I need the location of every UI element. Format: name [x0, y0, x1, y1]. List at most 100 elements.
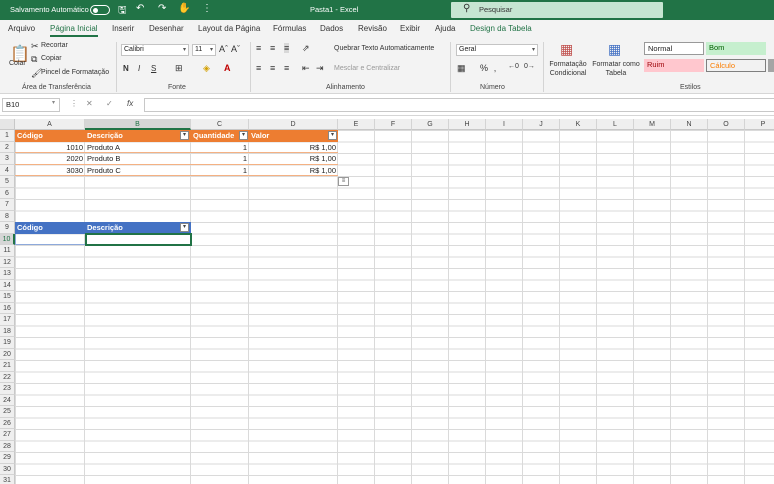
percent-button[interactable]: % — [480, 63, 488, 73]
conditional-formatting-button[interactable]: Formatação Condicional — [548, 60, 588, 78]
column-header-g[interactable]: G — [412, 119, 449, 130]
row-header-18[interactable]: 18 — [0, 325, 15, 337]
row-header-26[interactable]: 26 — [0, 417, 15, 429]
increase-indent-icon[interactable]: ⇥ — [316, 63, 324, 74]
decrease-indent-icon[interactable]: ⇤ — [302, 63, 310, 74]
column-header-n[interactable]: N — [671, 119, 708, 130]
row-header-3[interactable]: 3 — [0, 153, 15, 165]
grow-font-icon[interactable]: Aˆ — [219, 44, 228, 54]
tab-desenhar[interactable]: Desenhar — [149, 24, 184, 33]
row-header-21[interactable]: 21 — [0, 360, 15, 372]
comma-style-icon[interactable]: ‚ — [494, 63, 496, 73]
column-header-a[interactable]: A — [15, 119, 85, 130]
quick-analysis-icon[interactable]: ≡ — [338, 177, 349, 186]
copy-icon[interactable]: ⧉ — [31, 54, 37, 65]
table1-header-codigo[interactable]: Código — [15, 130, 85, 142]
row-header-20[interactable]: 20 — [0, 348, 15, 360]
align-bottom-icon[interactable]: ≡ — [284, 43, 290, 53]
cancel-icon[interactable]: ✕ — [86, 99, 93, 108]
style-ruim[interactable]: Ruim — [644, 59, 704, 72]
table-cell[interactable]: 3030 — [15, 165, 85, 176]
column-header-d[interactable]: D — [249, 119, 338, 130]
tab-design-tabela[interactable]: Design da Tabela — [470, 24, 532, 33]
row-header-4[interactable]: 4 — [0, 164, 15, 176]
tab-pagina-inicial[interactable]: Página Inicial — [50, 24, 98, 37]
underline-button[interactable]: S — [151, 64, 156, 73]
copy-button[interactable]: Copiar — [41, 55, 62, 62]
style-more[interactable] — [768, 59, 774, 72]
increase-decimal-icon[interactable]: ←0 — [508, 63, 519, 70]
column-header-p[interactable]: P — [745, 119, 774, 130]
column-header-b[interactable]: B — [85, 119, 191, 130]
currency-icon[interactable]: ▦ — [457, 63, 466, 74]
table-cell[interactable]: 1010 — [15, 142, 85, 153]
table1-header-valor[interactable]: Valor — [249, 130, 338, 142]
filter-dropdown-icon[interactable]: ▾ — [328, 131, 337, 140]
orientation-icon[interactable]: ⇗ — [302, 43, 310, 54]
align-right-icon[interactable]: ≡ — [284, 63, 289, 73]
row-header-31[interactable]: 31 — [0, 475, 15, 484]
table-cell[interactable]: 1 — [191, 165, 249, 176]
touch-mode-icon[interactable]: ✋ — [178, 3, 190, 14]
table-cell[interactable]: Produto B — [85, 153, 191, 165]
format-as-table-icon[interactable]: ▦ — [608, 41, 621, 58]
row-header-9[interactable]: 9 — [0, 222, 15, 234]
conditional-formatting-icon[interactable]: ▦ — [560, 41, 573, 58]
row-header-17[interactable]: 17 — [0, 314, 15, 326]
row-header-28[interactable]: 28 — [0, 440, 15, 452]
row-header-1[interactable]: 1 — [0, 130, 15, 142]
decrease-decimal-icon[interactable]: 0→ — [524, 63, 535, 70]
tab-dados[interactable]: Dados — [320, 24, 343, 33]
table-cell[interactable]: R$ 1,00 — [249, 142, 338, 153]
align-left-icon[interactable]: ≡ — [256, 63, 261, 73]
row-header-23[interactable]: 23 — [0, 383, 15, 395]
tab-arquivo[interactable]: Arquivo — [8, 24, 35, 33]
style-normal[interactable]: Normal — [644, 42, 704, 55]
wrap-text-button[interactable]: Quebrar Texto Automaticamente — [334, 45, 434, 52]
row-header-11[interactable]: 11 — [0, 245, 15, 257]
column-header-m[interactable]: M — [634, 119, 671, 130]
row-header-22[interactable]: 22 — [0, 371, 15, 383]
format-painter-button[interactable]: Pincel de Formatação — [41, 69, 109, 76]
row-header-19[interactable]: 19 — [0, 337, 15, 349]
select-all-corner[interactable] — [0, 119, 15, 130]
column-header-i[interactable]: I — [486, 119, 523, 130]
column-header-l[interactable]: L — [597, 119, 634, 130]
column-header-k[interactable]: K — [560, 119, 597, 130]
row-header-6[interactable]: 6 — [0, 187, 15, 199]
table-cell[interactable]: Produto A — [85, 142, 191, 153]
tab-inserir[interactable]: Inserir — [112, 24, 134, 33]
table2-header-codigo[interactable]: Código — [15, 222, 85, 234]
style-bom[interactable]: Bom — [706, 42, 766, 55]
autosave-toggle[interactable] — [90, 5, 110, 15]
row-header-8[interactable]: 8 — [0, 210, 15, 222]
column-header-c[interactable]: C — [191, 119, 249, 130]
row-header-5[interactable]: 5 — [0, 176, 15, 188]
row-header-15[interactable]: 15 — [0, 291, 15, 303]
font-size-select[interactable]: 11 ▾ — [192, 44, 216, 56]
column-header-h[interactable]: H — [449, 119, 486, 130]
filter-dropdown-icon[interactable]: ▾ — [239, 131, 248, 140]
undo-icon[interactable]: ↶ — [136, 3, 144, 14]
row-header-29[interactable]: 29 — [0, 452, 15, 464]
row-header-16[interactable]: 16 — [0, 302, 15, 314]
search-box[interactable]: ⚲ Pesquisar — [451, 2, 663, 18]
merge-center-button[interactable]: Mesclar e Centralizar — [334, 65, 400, 72]
row-header-27[interactable]: 27 — [0, 429, 15, 441]
table2-header-descricao[interactable]: Descrição — [85, 222, 191, 234]
align-center-icon[interactable]: ≡ — [270, 63, 275, 73]
column-header-o[interactable]: O — [708, 119, 745, 130]
font-color-icon[interactable]: A — [224, 63, 231, 73]
table-cell[interactable]: R$ 1,00 — [249, 153, 338, 165]
table-cell[interactable]: 1 — [191, 142, 249, 153]
save-icon[interactable]: 🖫 — [118, 3, 127, 20]
table-cell[interactable]: 1 — [191, 153, 249, 165]
row-header-10[interactable]: 10 — [0, 233, 15, 245]
row-header-13[interactable]: 13 — [0, 268, 15, 280]
italic-button[interactable]: I — [138, 64, 140, 73]
tab-exibir[interactable]: Exibir — [400, 24, 420, 33]
row-header-12[interactable]: 12 — [0, 256, 15, 268]
table-cell[interactable]: 2020 — [15, 153, 85, 165]
cut-icon[interactable]: ✂ — [31, 41, 39, 52]
tab-layout[interactable]: Layout da Página — [198, 24, 260, 33]
